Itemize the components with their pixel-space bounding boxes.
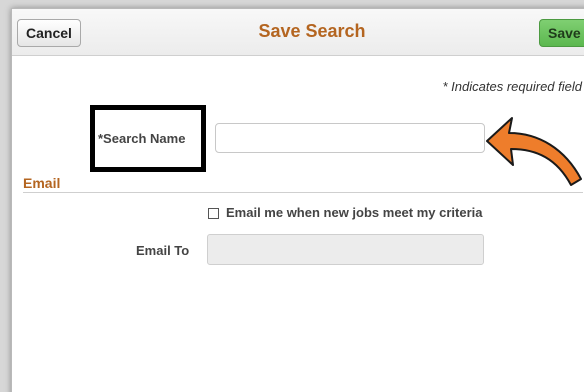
- dialog-title: Save Search: [258, 21, 366, 41]
- dialog-header: Cancel Save Search Save: [12, 9, 584, 56]
- email-alert-checkbox-label[interactable]: Email me when new jobs meet my criteria: [226, 205, 482, 220]
- stage: Cancel Save Search Save * Indicates requ…: [0, 0, 584, 392]
- email-to-field: [207, 234, 484, 265]
- curved-arrow-icon: [486, 117, 582, 186]
- save-search-dialog: Cancel Save Search Save * Indicates requ…: [11, 8, 584, 392]
- search-name-label: *Search Name: [98, 131, 186, 146]
- search-name-input[interactable]: [215, 123, 485, 153]
- required-field-note: * Indicates required field: [442, 79, 582, 94]
- email-alert-checkbox[interactable]: [208, 208, 219, 219]
- email-section-title: Email: [23, 175, 61, 191]
- email-to-label: Email To: [136, 243, 190, 258]
- save-button[interactable]: Save: [539, 19, 584, 47]
